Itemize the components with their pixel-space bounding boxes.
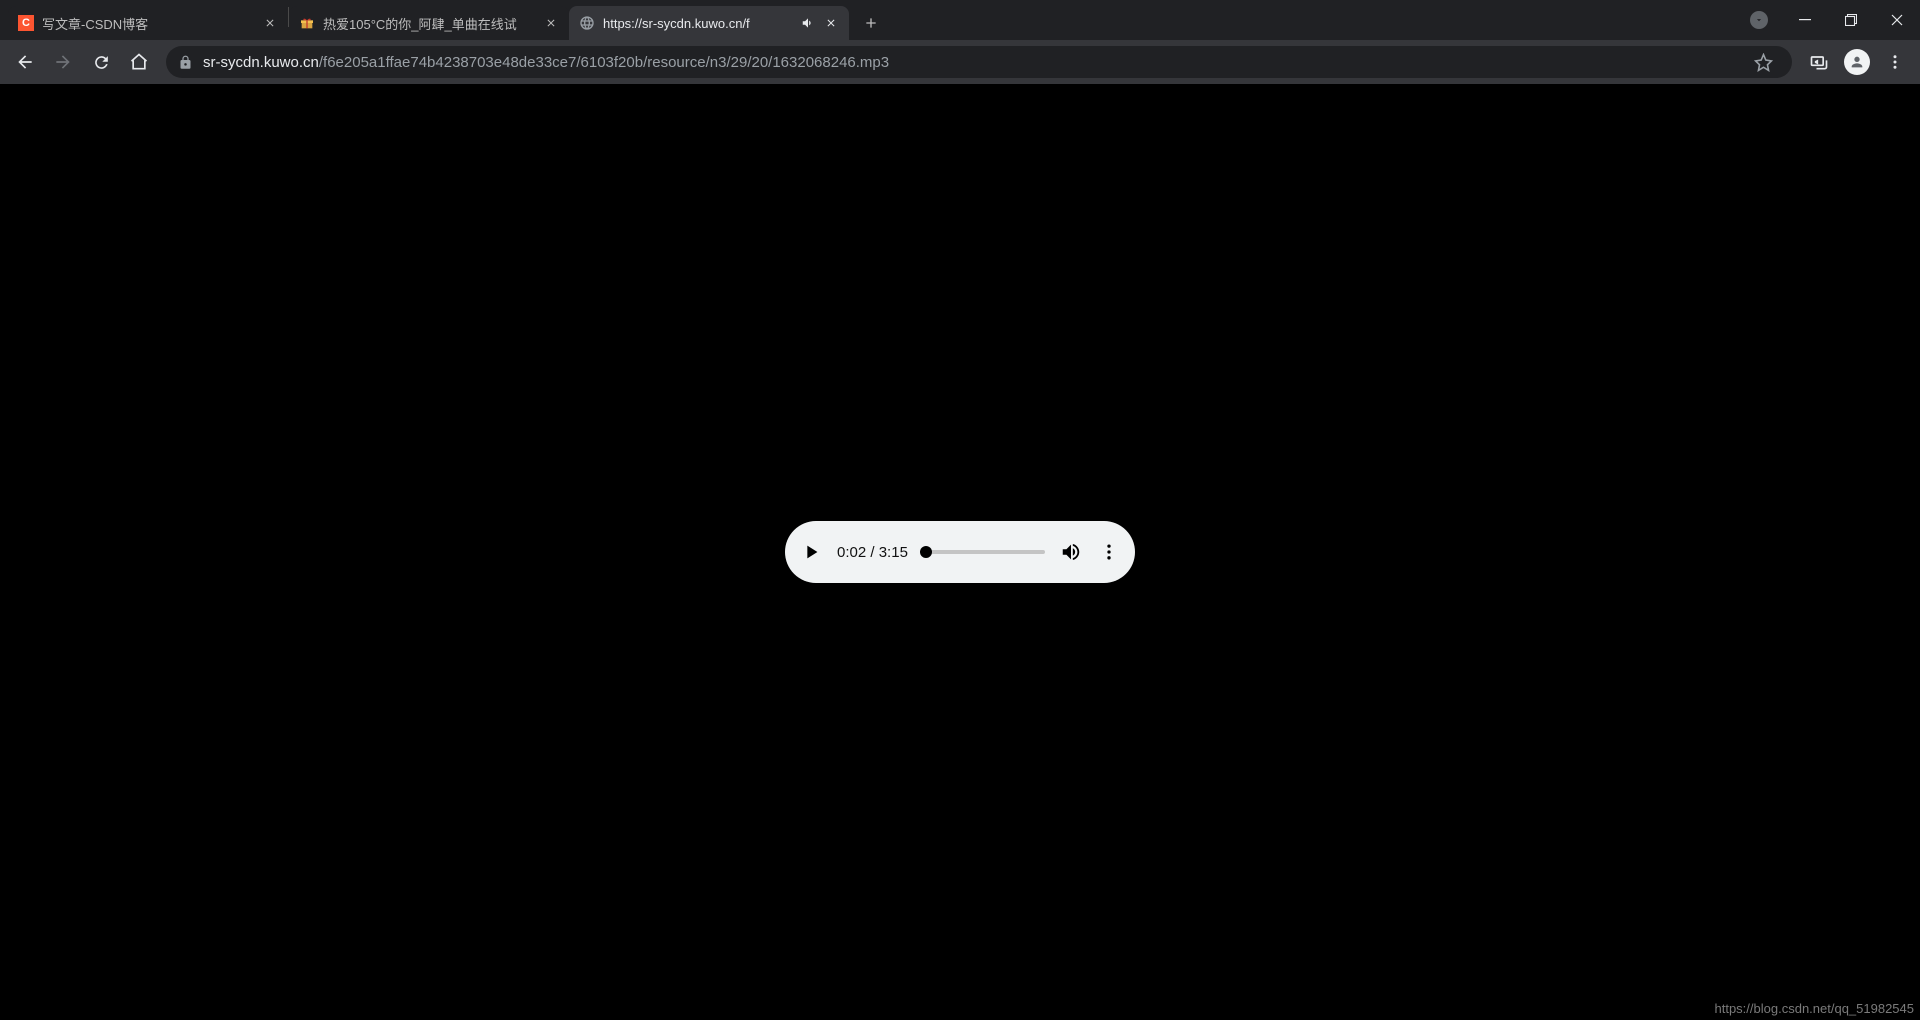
tab-close-button[interactable] (823, 15, 839, 31)
chrome-menu-button[interactable] (1878, 45, 1912, 79)
globe-favicon-icon (579, 15, 595, 31)
toolbar: sr-sycdn.kuwo.cn/f6e205a1ffae74b4238703e… (0, 40, 1920, 84)
lock-icon[interactable] (178, 55, 193, 70)
tab-audio-active[interactable]: https://sr-sycdn.kuwo.cn/f (569, 6, 849, 40)
current-time: 0:02 (837, 544, 866, 561)
volume-button[interactable] (1059, 540, 1083, 564)
tab-csdn[interactable]: C 写文章-CSDN博客 (8, 6, 288, 40)
media-control-button[interactable] (1802, 45, 1836, 79)
nav-home-button[interactable] (122, 45, 156, 79)
tab-strip: C 写文章-CSDN博客 热爱105°C的你_阿肆_单曲在线试 https://… (0, 0, 1920, 40)
profile-button[interactable] (1840, 45, 1874, 79)
window-maximize-button[interactable] (1828, 4, 1874, 36)
bookmark-star-button[interactable] (1746, 45, 1780, 79)
nav-reload-button[interactable] (84, 45, 118, 79)
avatar-icon (1844, 49, 1870, 75)
window-controls (1736, 0, 1920, 40)
tab-close-button[interactable] (262, 15, 278, 31)
seek-knob[interactable] (920, 546, 932, 558)
csdn-favicon-icon: C (18, 15, 34, 31)
total-duration: 3:15 (879, 544, 908, 561)
seek-bar[interactable] (922, 550, 1045, 554)
time-display: 0:02 / 3:15 (837, 544, 908, 561)
tab-audio-icon[interactable] (801, 16, 815, 30)
tab-title: 写文章-CSDN博客 (42, 14, 254, 33)
watermark-text: https://blog.csdn.net/qq_51982545 (1715, 1001, 1915, 1016)
player-menu-button[interactable] (1097, 540, 1121, 564)
play-button[interactable] (799, 540, 823, 564)
nav-back-button[interactable] (8, 45, 42, 79)
tab-title: 热爱105°C的你_阿肆_单曲在线试 (323, 14, 535, 33)
page-content: 0:02 / 3:15 https://blog.csdn.net/qq_519… (0, 84, 1920, 1020)
extension-indicator-icon[interactable] (1736, 4, 1782, 36)
url-text: sr-sycdn.kuwo.cn/f6e205a1ffae74b4238703e… (203, 54, 889, 71)
audio-player: 0:02 / 3:15 (785, 521, 1135, 583)
new-tab-button[interactable] (857, 9, 885, 37)
nav-forward-button[interactable] (46, 45, 80, 79)
tab-title: https://sr-sycdn.kuwo.cn/f (603, 16, 793, 31)
window-close-button[interactable] (1874, 4, 1920, 36)
url-host: sr-sycdn.kuwo.cn (203, 54, 319, 71)
gift-favicon-icon (299, 15, 315, 31)
tab-close-button[interactable] (543, 15, 559, 31)
tab-kuwo-song[interactable]: 热爱105°C的你_阿肆_单曲在线试 (289, 6, 569, 40)
address-bar[interactable]: sr-sycdn.kuwo.cn/f6e205a1ffae74b4238703e… (166, 46, 1792, 78)
url-path: /f6e205a1ffae74b4238703e48de33ce7/6103f2… (319, 54, 889, 71)
window-minimize-button[interactable] (1782, 4, 1828, 36)
